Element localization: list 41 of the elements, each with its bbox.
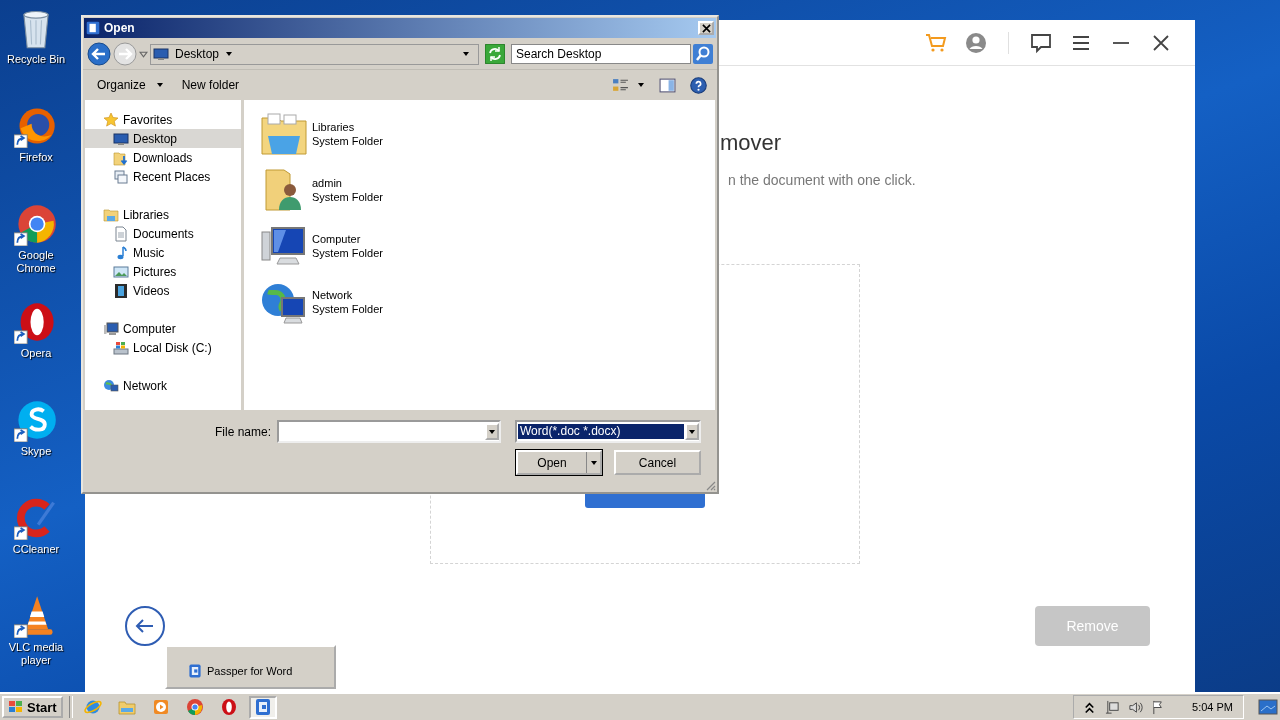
search-field[interactable]: Search Desktop bbox=[511, 44, 691, 64]
page-title: mover bbox=[720, 129, 783, 157]
desktop-shortcut[interactable]: Skype bbox=[0, 398, 72, 496]
start-button[interactable]: Start bbox=[2, 696, 63, 718]
new-folder-button[interactable]: New folder bbox=[175, 76, 246, 94]
desktop-shortcut[interactable]: Firefox bbox=[0, 104, 72, 202]
file-name-label: File name: bbox=[214, 424, 271, 439]
file-type-dropdown[interactable]: Word(*.doc *.docx) bbox=[515, 420, 701, 443]
file-type: System Folder bbox=[312, 246, 383, 260]
page-subtitle: n the document with one click. bbox=[727, 172, 917, 188]
nav-item[interactable]: Music bbox=[85, 243, 241, 262]
nav-item[interactable]: Libraries bbox=[85, 205, 241, 224]
file-name[interactable]: admin bbox=[312, 176, 383, 190]
nav-item[interactable]: Computer bbox=[85, 319, 241, 338]
file-type: System Folder bbox=[312, 134, 383, 148]
clock[interactable]: 5:04 PM bbox=[1192, 701, 1233, 713]
organize-menu[interactable]: Organize bbox=[91, 76, 170, 94]
nav-item[interactable]: Documents bbox=[85, 224, 241, 243]
nav-item[interactable]: Pictures bbox=[85, 262, 241, 281]
file-type: System Folder bbox=[312, 190, 383, 204]
address-bar[interactable]: Desktop bbox=[150, 43, 479, 65]
desktop-shortcut[interactable]: VLC media player bbox=[0, 594, 72, 692]
file-name[interactable]: Network bbox=[312, 288, 383, 302]
open-button[interactable]: Open bbox=[516, 450, 602, 475]
file-name[interactable]: Libraries bbox=[312, 120, 383, 134]
window-title: Open bbox=[104, 21, 136, 35]
desktop-shortcut[interactable]: Recycle Bin bbox=[0, 6, 72, 104]
nav-item[interactable]: Downloads bbox=[85, 148, 241, 167]
taskbar-preview[interactable]: Passper for Word bbox=[165, 645, 336, 689]
nav-item[interactable]: Videos bbox=[85, 281, 241, 300]
nav-item[interactable]: Network bbox=[85, 376, 241, 395]
nav-item[interactable]: Favorites bbox=[85, 110, 241, 129]
file-name[interactable]: Computer bbox=[312, 232, 383, 246]
desktop-shortcut[interactable]: Opera bbox=[0, 300, 72, 398]
desktop-shortcut[interactable]: Google Chrome bbox=[0, 202, 72, 300]
nav-item[interactable]: Local Disk (C:) bbox=[85, 338, 241, 357]
desktop-shortcut[interactable]: CCleaner bbox=[0, 496, 72, 594]
cancel-button[interactable]: Cancel bbox=[614, 450, 701, 475]
nav-item[interactable]: Recent Places bbox=[85, 167, 241, 186]
nav-item[interactable]: Desktop bbox=[85, 129, 241, 148]
file-type: System Folder bbox=[312, 302, 383, 316]
